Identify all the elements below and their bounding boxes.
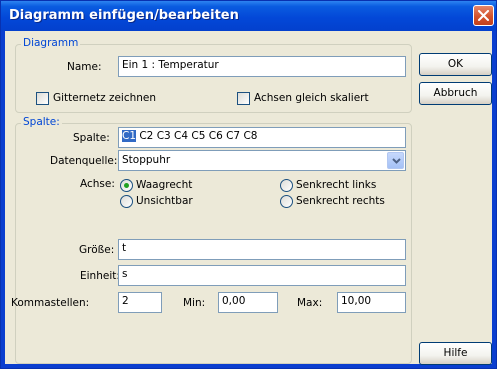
kommastellen-label: Kommastellen: [11,297,90,309]
dialog-client-area: Diagramm Name: Ein 1 : Temperatur Gitter… [5,31,492,365]
close-button[interactable] [473,5,494,26]
window-title: Diagramm einfügen/bearbeiten [9,8,239,23]
name-field[interactable]: Ein 1 : Temperatur [118,56,406,77]
diagramm-group-legend: Diagramm [21,37,81,49]
axis-waagrecht-radio[interactable] [120,179,133,192]
groesse-label: Größe: [79,244,115,256]
ok-button[interactable]: OK [419,53,492,76]
datenquelle-dropdown[interactable]: Stoppuhr [118,150,406,171]
axis-unsichtbar-label[interactable]: Unsichtbar [136,195,193,207]
axis-senkrecht-rechts-radio[interactable] [280,195,293,208]
datenquelle-value: Stoppuhr [122,154,171,166]
columns-field[interactable]: C1 C2 C3 C4 C5 C6 C7 C8 [118,127,406,148]
close-icon [478,10,489,21]
spalte-group-legend: Spalte: [21,116,62,128]
groesse-field[interactable]: t [118,239,406,260]
axes-equal-checkbox[interactable] [237,92,250,105]
axis-senkrecht-links-radio[interactable] [280,179,293,192]
name-label: Name: [67,61,102,73]
max-field[interactable]: 10,00 [337,292,406,313]
chevron-down-icon [392,158,401,164]
abbruch-button[interactable]: Abbruch [419,82,492,105]
hilfe-button[interactable]: Hilfe [419,342,492,365]
grid-checkbox-label[interactable]: Gitternetz zeichnen [53,92,156,104]
kommastellen-field[interactable]: 2 [118,292,162,313]
dialog-window: Diagramm einfügen/bearbeiten Diagramm Na… [0,0,497,369]
max-label: Max: [297,297,323,309]
axis-unsichtbar-radio[interactable] [120,195,133,208]
min-field[interactable]: 0,00 [218,292,278,313]
axis-senkrecht-links-label[interactable]: Senkrecht links [296,179,376,191]
datenquelle-dropdown-button[interactable] [387,152,404,169]
grid-checkbox[interactable] [36,92,49,105]
einheit-label: Einheit: [80,270,120,282]
axis-senkrecht-rechts-label[interactable]: Senkrecht rechts [296,195,385,207]
title-bar[interactable]: Diagramm einfügen/bearbeiten [1,1,496,31]
axes-equal-checkbox-label[interactable]: Achsen gleich skaliert [254,92,369,104]
einheit-field[interactable]: s [118,265,406,286]
spalte-label: Spalte: [73,132,110,144]
achse-label: Achse: [80,178,115,190]
columns-selected-text: C1 [122,130,137,142]
datenquelle-label: Datenquelle: [50,155,118,167]
columns-rest-text: C2 C3 C4 C5 C6 C7 C8 [136,130,258,142]
min-label: Min: [183,297,206,309]
axis-waagrecht-label[interactable]: Waagrecht [136,179,192,191]
